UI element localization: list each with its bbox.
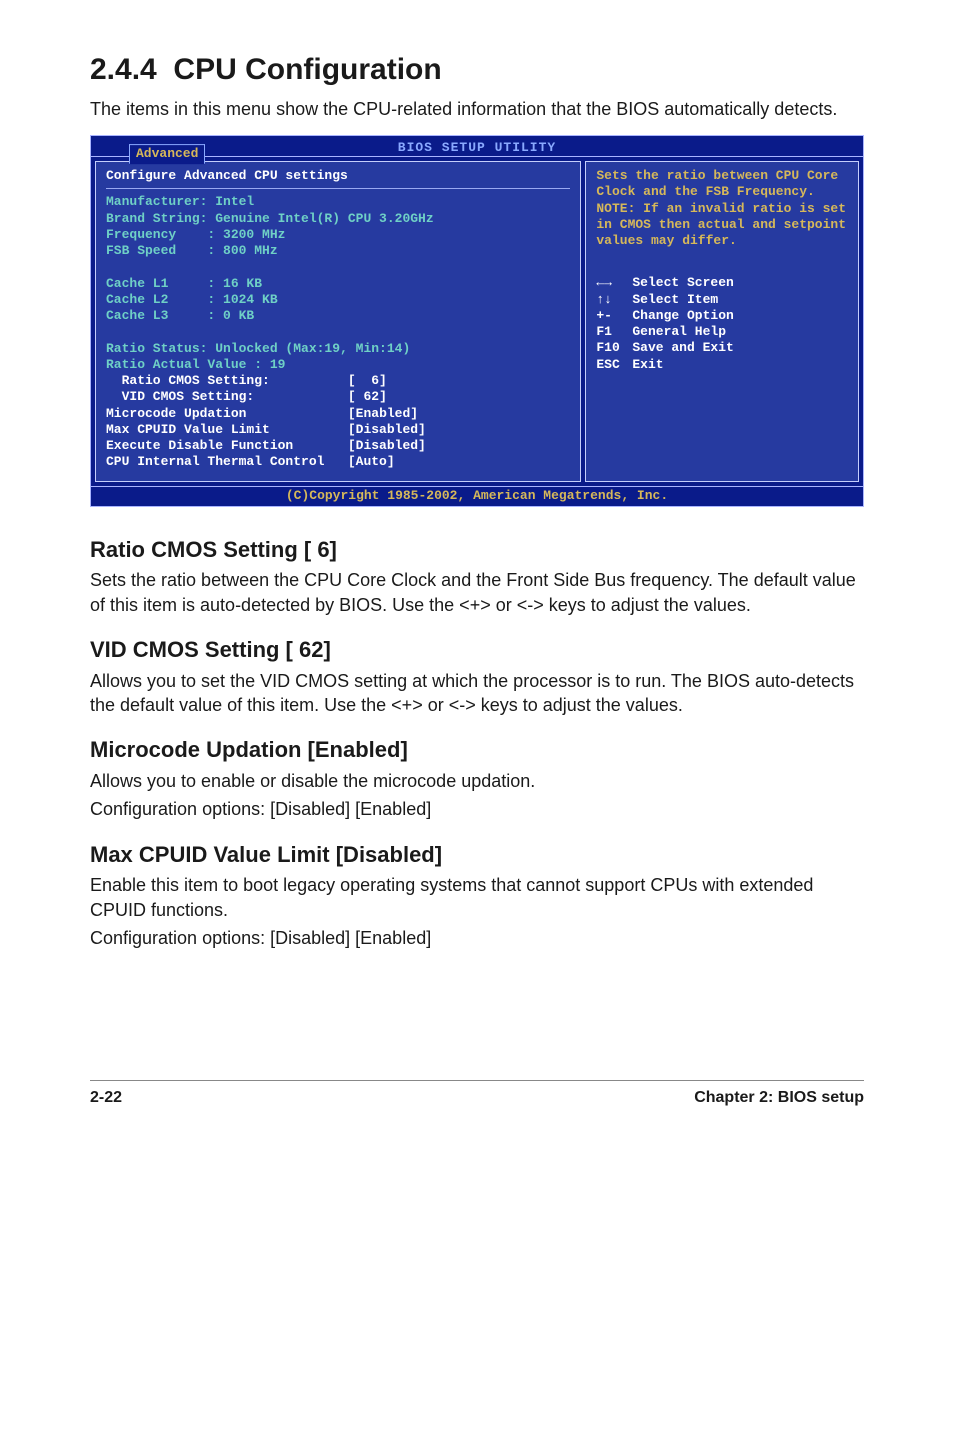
microcode-row[interactable]: Microcode Updation [Enabled]: [106, 406, 418, 421]
key-row: ESCExit: [596, 357, 848, 373]
section-heading: 2.4.4 CPU Configuration: [90, 50, 864, 91]
bios-copyright: (C)Copyright 1985-2002, American Megatre…: [90, 487, 864, 507]
fsb-line: FSB Speed : 800 MHz: [106, 243, 278, 258]
bios-body: Configure Advanced CPU settings Manufact…: [90, 156, 864, 487]
section-number: 2.4.4: [90, 53, 157, 86]
frequency-line: Frequency : 3200 MHz: [106, 227, 285, 242]
section-intro: The items in this menu show the CPU-rela…: [90, 97, 864, 121]
brand-line: Brand String: Genuine Intel(R) CPU 3.20G…: [106, 211, 434, 226]
maxcpuid-heading: Max CPUID Value Limit [Disabled]: [90, 840, 864, 870]
bios-tab-advanced: Advanced: [129, 144, 205, 164]
chapter-label: Chapter 2: BIOS setup: [694, 1087, 864, 1109]
manufacturer-line: Manufacturer: Intel: [106, 194, 254, 209]
page-footer: 2-22 Chapter 2: BIOS setup: [90, 1080, 864, 1109]
microcode-heading: Microcode Updation [Enabled]: [90, 735, 864, 765]
arrow-ud-icon: ↑↓: [596, 292, 632, 308]
key-row: +-Change Option: [596, 308, 848, 324]
bios-help-text: Sets the ratio between CPU Core Clock an…: [596, 168, 848, 249]
microcode-body-2: Configuration options: [Disabled] [Enabl…: [90, 797, 864, 821]
exec-disable-row[interactable]: Execute Disable Function [Disabled]: [106, 438, 426, 453]
plus-minus-icon: +-: [596, 308, 632, 324]
arrow-lr-icon: ←→: [596, 275, 632, 291]
ratio-cmos-body: Sets the ratio between the CPU Core Cloc…: [90, 568, 864, 617]
bios-title: BIOS SETUP UTILITY: [398, 140, 556, 156]
bios-header: BIOS SETUP UTILITY Advanced: [90, 135, 864, 156]
key-row: F1General Help: [596, 324, 848, 340]
key-row: F10Save and Exit: [596, 340, 848, 356]
bios-left-pane: Configure Advanced CPU settings Manufact…: [95, 161, 581, 482]
ratio-status-line: Ratio Status: Unlocked (Max:19, Min:14): [106, 341, 410, 356]
spacer: [596, 249, 848, 275]
bios-right-pane: Sets the ratio between CPU Core Clock an…: [585, 161, 859, 482]
bios-key-legend: ←→Select Screen ↑↓Select Item +-Change O…: [596, 275, 848, 373]
vid-cmos-row[interactable]: VID CMOS Setting: [ 62]: [106, 389, 387, 404]
l2-line: Cache L2 : 1024 KB: [106, 292, 278, 307]
maxcpuid-body-1: Enable this item to boot legacy operatin…: [90, 873, 864, 922]
l3-line: Cache L3 : 0 KB: [106, 308, 254, 323]
bios-screenshot: BIOS SETUP UTILITY Advanced Configure Ad…: [90, 135, 864, 507]
f1-key: F1: [596, 324, 632, 340]
page-number: 2-22: [90, 1087, 122, 1109]
maxcpuid-body-2: Configuration options: [Disabled] [Enabl…: [90, 926, 864, 950]
maxcpuid-row[interactable]: Max CPUID Value Limit [Disabled]: [106, 422, 426, 437]
section-title: CPU Configuration: [173, 53, 441, 86]
ratio-cmos-row[interactable]: Ratio CMOS Setting: [ 6]: [106, 373, 387, 388]
cpu-info-block: Manufacturer: Intel Brand String: Genuin…: [106, 194, 570, 470]
microcode-body-1: Allows you to enable or disable the micr…: [90, 769, 864, 793]
l1-line: Cache L1 : 16 KB: [106, 276, 262, 291]
key-row: ←→Select Screen: [596, 275, 848, 291]
divider: [106, 188, 570, 189]
thermal-row[interactable]: CPU Internal Thermal Control [Auto]: [106, 454, 395, 469]
vid-cmos-body: Allows you to set the VID CMOS setting a…: [90, 669, 864, 718]
esc-key: ESC: [596, 357, 632, 373]
ratio-actual-line: Ratio Actual Value : 19: [106, 357, 285, 372]
f10-key: F10: [596, 340, 632, 356]
bios-pane-title: Configure Advanced CPU settings: [106, 168, 570, 184]
key-row: ↑↓Select Item: [596, 292, 848, 308]
ratio-cmos-heading: Ratio CMOS Setting [ 6]: [90, 535, 864, 565]
vid-cmos-heading: VID CMOS Setting [ 62]: [90, 635, 864, 665]
